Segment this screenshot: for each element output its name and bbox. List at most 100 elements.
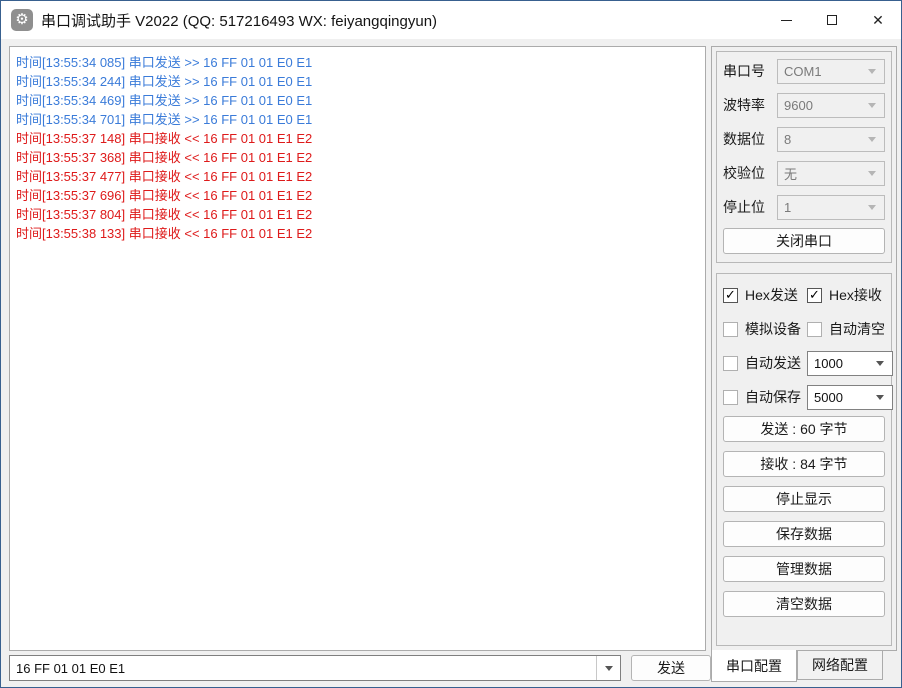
- baudrate-combo[interactable]: 9600: [777, 93, 885, 118]
- chevron-down-icon: [868, 171, 876, 176]
- options-group: ✓ Hex发送 ✓ Hex接收模拟设备 自动清空自动发送 1000 自动保存 5000 发送 …: [716, 273, 892, 646]
- parity-label: 校验位: [723, 163, 777, 183]
- hex-receive-checkbox[interactable]: ✓ Hex接收: [807, 285, 882, 305]
- parity-row: 校验位无: [723, 160, 885, 186]
- checkbox-checked-icon: ✓: [723, 288, 738, 303]
- tab-bar: 串口配置网络配置: [711, 651, 883, 682]
- port-combo[interactable]: COM1: [777, 59, 885, 84]
- app-window: ⚙ 串口调试助手 V2022 (QQ: 517216493 WX: feiyan…: [0, 0, 902, 688]
- tab-network-config[interactable]: 网络配置: [797, 651, 883, 680]
- hex-receive-label: Hex接收: [829, 285, 882, 305]
- auto-send-checkbox[interactable]: 自动发送: [723, 353, 801, 373]
- hex-send-label: Hex发送: [745, 285, 798, 305]
- minimize-icon: [781, 20, 792, 21]
- chevron-down-icon: [868, 69, 876, 74]
- log-line-send: 时间[13:55:34 244] 串口发送 >> 16 FF 01 01 E0 …: [16, 72, 699, 91]
- option-row-2: 自动发送 1000: [723, 346, 885, 380]
- title-bar: ⚙ 串口调试助手 V2022 (QQ: 517216493 WX: feiyan…: [1, 1, 901, 39]
- window-title: 串口调试助手 V2022 (QQ: 517216493 WX: feiyangq…: [41, 10, 437, 31]
- serial-settings-group: 串口号COM1波特率9600数据位8校验位无停止位1 关闭串口: [716, 51, 892, 263]
- chevron-down-icon: [868, 205, 876, 210]
- checkbox-unchecked-icon: [723, 322, 738, 337]
- checkbox-checked-icon: ✓: [807, 288, 822, 303]
- serial-settings-rows: 串口号COM1波特率9600数据位8校验位无停止位1: [723, 58, 885, 220]
- send-count-button[interactable]: 发送 : 60 字节: [723, 416, 885, 442]
- manage-data-button[interactable]: 管理数据: [723, 556, 885, 582]
- clear-data-button[interactable]: 清空数据: [723, 591, 885, 617]
- panel-buttons: 发送 : 60 字节接收 : 84 字节停止显示保存数据管理数据清空数据: [723, 416, 885, 617]
- option-row-1: 模拟设备 自动清空: [723, 312, 885, 346]
- auto-send-label: 自动发送: [745, 353, 801, 373]
- port-label: 串口号: [723, 61, 777, 81]
- log-line-receive: 时间[13:55:37 148] 串口接收 << 16 FF 01 01 E1 …: [16, 129, 699, 148]
- port-value: COM1: [784, 64, 822, 79]
- checkbox-unchecked-icon: [807, 322, 822, 337]
- log-line-receive: 时间[13:55:37 368] 串口接收 << 16 FF 01 01 E1 …: [16, 148, 699, 167]
- stopbits-value: 1: [784, 200, 791, 215]
- chevron-down-icon: [868, 103, 876, 108]
- log-line-receive: 时间[13:55:38 133] 串口接收 << 16 FF 01 01 E1 …: [16, 224, 699, 243]
- databits-value: 8: [784, 132, 791, 147]
- auto-save-checkbox[interactable]: 自动保存: [723, 387, 801, 407]
- databits-row: 数据位 8: [723, 126, 885, 152]
- tab-serial-config[interactable]: 串口配置: [711, 650, 797, 682]
- baudrate-value: 9600: [784, 98, 813, 113]
- option-row-1-left: 模拟设备: [723, 319, 807, 339]
- parity-value: 无: [784, 164, 797, 183]
- auto-save-interval-combo[interactable]: 5000: [807, 385, 893, 410]
- checkbox-unchecked-icon: [723, 356, 738, 371]
- chevron-down-icon: [876, 361, 884, 366]
- log-line-send: 时间[13:55:34 469] 串口发送 >> 16 FF 01 01 E0 …: [16, 91, 699, 110]
- option-row-3-left: 自动保存: [723, 387, 807, 407]
- close-icon: ✕: [872, 13, 884, 27]
- option-row-0: ✓ Hex发送 ✓ Hex接收: [723, 278, 885, 312]
- close-serial-button[interactable]: 关闭串口: [723, 228, 885, 254]
- log-line-receive: 时间[13:55:37 477] 串口接收 << 16 FF 01 01 E1 …: [16, 167, 699, 186]
- databits-label: 数据位: [723, 129, 777, 149]
- checkbox-unchecked-icon: [723, 390, 738, 405]
- baudrate-row: 波特率 9600: [723, 92, 885, 118]
- chevron-down-icon: [605, 666, 613, 671]
- auto-save-interval-value: 5000: [814, 390, 843, 405]
- option-row-3: 自动保存 5000: [723, 380, 885, 414]
- maximize-icon: [827, 15, 837, 25]
- port-row: 串口号 COM1: [723, 58, 885, 84]
- send-data-input[interactable]: [10, 656, 596, 680]
- receive-count-button[interactable]: 接收 : 84 字节: [723, 451, 885, 477]
- window-controls: ✕: [763, 1, 901, 39]
- auto-send-interval-combo[interactable]: 1000: [807, 351, 893, 376]
- option-row-0-left: ✓ Hex发送: [723, 285, 807, 305]
- log-line-send: 时间[13:55:34 085] 串口发送 >> 16 FF 01 01 E0 …: [16, 53, 699, 72]
- auto-send-interval-value: 1000: [814, 356, 843, 371]
- simulate-device-label: 模拟设备: [745, 319, 801, 339]
- stopbits-row: 停止位 1: [723, 194, 885, 220]
- chevron-down-icon: [876, 395, 884, 400]
- serial-config-pane: 串口号COM1波特率9600数据位8校验位无停止位1 关闭串口 ✓Hex发送✓H…: [711, 46, 897, 651]
- send-button[interactable]: 发送: [631, 655, 711, 681]
- parity-combo[interactable]: 无: [777, 161, 885, 186]
- log-line-receive: 时间[13:55:37 696] 串口接收 << 16 FF 01 01 E1 …: [16, 186, 699, 205]
- log-area[interactable]: 时间[13:55:34 085] 串口发送 >> 16 FF 01 01 E0 …: [9, 46, 706, 651]
- simulate-device-checkbox[interactable]: 模拟设备: [723, 319, 801, 339]
- auto-clear-label: 自动清空: [829, 319, 885, 339]
- send-data-combobox: [9, 655, 621, 681]
- stopbits-combo[interactable]: 1: [777, 195, 885, 220]
- auto-clear-checkbox[interactable]: 自动清空: [807, 319, 885, 339]
- stop-display-button[interactable]: 停止显示: [723, 486, 885, 512]
- databits-combo[interactable]: 8: [777, 127, 885, 152]
- log-line-receive: 时间[13:55:37 804] 串口接收 << 16 FF 01 01 E1 …: [16, 205, 699, 224]
- auto-save-label: 自动保存: [745, 387, 801, 407]
- gear-icon: ⚙: [11, 9, 33, 31]
- baudrate-label: 波特率: [723, 95, 777, 115]
- maximize-button[interactable]: [809, 1, 855, 39]
- close-button[interactable]: ✕: [855, 1, 901, 39]
- save-data-button[interactable]: 保存数据: [723, 521, 885, 547]
- hex-send-checkbox[interactable]: ✓ Hex发送: [723, 285, 798, 305]
- chevron-down-icon: [868, 137, 876, 142]
- send-history-dropdown-button[interactable]: [596, 656, 620, 680]
- log-line-send: 时间[13:55:34 701] 串口发送 >> 16 FF 01 01 E0 …: [16, 110, 699, 129]
- minimize-button[interactable]: [763, 1, 809, 39]
- option-row-2-left: 自动发送: [723, 353, 807, 373]
- stopbits-label: 停止位: [723, 197, 777, 217]
- option-rows: ✓ Hex发送 ✓ Hex接收模拟设备 自动清空自动发送 1000 自动保存 5000: [723, 278, 885, 414]
